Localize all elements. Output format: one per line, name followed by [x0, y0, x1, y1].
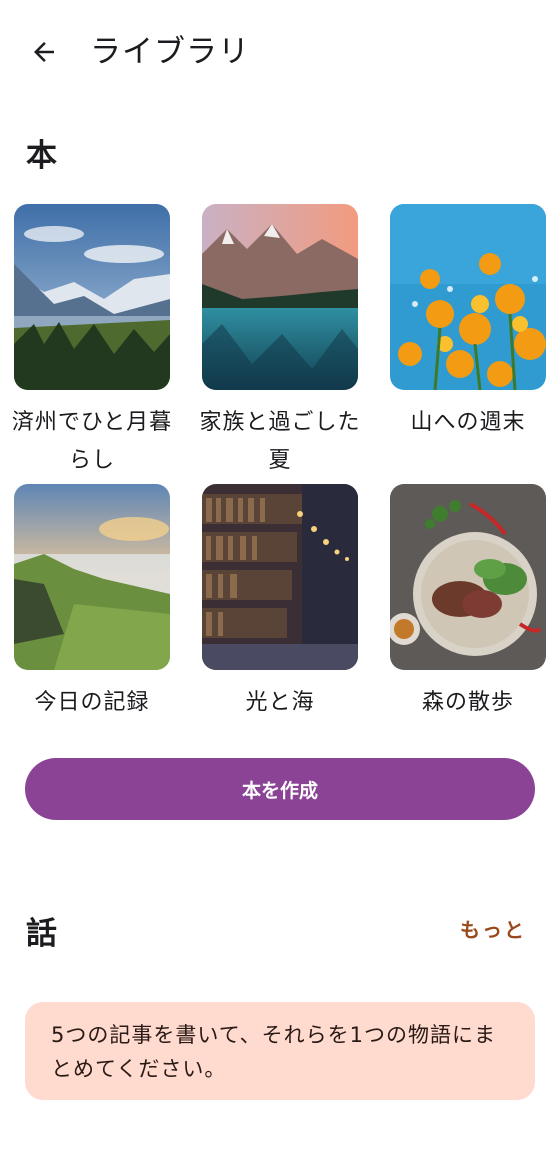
book-cover-image	[390, 484, 546, 670]
more-link[interactable]: もっと	[460, 914, 526, 943]
book-cover-image	[202, 204, 358, 390]
book-title: 光と海	[245, 690, 315, 715]
book-card[interactable]: 今日の記録	[14, 484, 174, 722]
book-cover-image	[202, 484, 358, 670]
book-cover-image	[14, 484, 170, 670]
books-heading: 本	[26, 138, 57, 174]
book-title: 山への週末	[410, 410, 526, 435]
book-title: 森の散歩	[421, 690, 514, 715]
book-card[interactable]: 森の散歩	[390, 484, 550, 722]
book-card[interactable]: 家族と過ごした夏	[199, 204, 362, 480]
stories-heading: 話	[26, 916, 57, 952]
book-card[interactable]: 済州でひと月暮らし	[12, 204, 174, 480]
book-cover-image	[390, 204, 546, 390]
create-book-button[interactable]: 本を作成	[25, 758, 535, 820]
book-title: 家族と過ごした夏	[199, 410, 361, 473]
arrow-left-icon	[34, 42, 54, 62]
book-card[interactable]: 山への週末	[390, 204, 550, 442]
back-button[interactable]	[22, 30, 66, 74]
story-prompt-card[interactable]: 5つの記事を書いて、それらを1つの物語にまとめてください。	[25, 1002, 535, 1100]
book-cover-image	[14, 204, 170, 390]
book-title: 今日の記録	[34, 690, 150, 715]
book-title: 済州でひと月暮らし	[11, 410, 173, 473]
story-prompt-text: 5つの記事を書いて、それらを1つの物語にまとめてください。	[51, 1023, 497, 1081]
app-bar: ライブラリ	[0, 0, 560, 104]
page-title: ライブラリ	[90, 34, 250, 70]
book-card[interactable]: 光と海	[202, 484, 362, 722]
